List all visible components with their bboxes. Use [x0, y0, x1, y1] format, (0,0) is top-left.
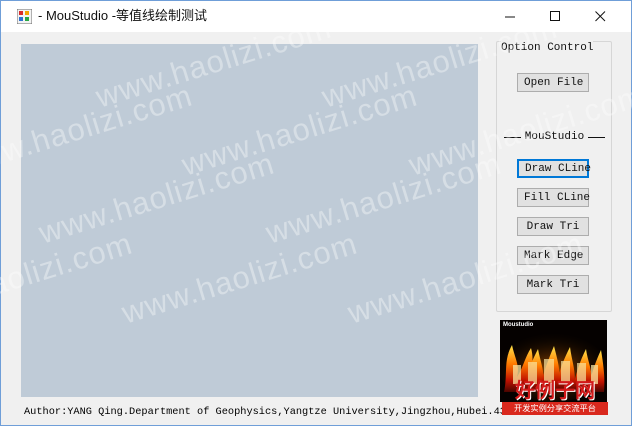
- option-control-panel: Option Control Open File MouStudio Draw …: [496, 40, 612, 312]
- fill-cline-button[interactable]: Fill CLine: [517, 188, 590, 207]
- title-bar[interactable]: - MouStudio -等值线绘制测试: [1, 1, 631, 32]
- mark-tri-button[interactable]: Mark Tri: [517, 275, 589, 294]
- drawing-canvas[interactable]: [21, 44, 478, 397]
- flame-logo-caption: Moustudio: [503, 322, 534, 328]
- application-icon: [17, 9, 32, 24]
- section-right-line: [588, 136, 605, 138]
- application-window: - MouStudio -等值线绘制测试 Option Control Open…: [0, 0, 632, 426]
- section-left-line: [504, 136, 521, 138]
- flame-logo-art: [500, 320, 607, 402]
- open-file-button[interactable]: Open File: [517, 73, 589, 92]
- minimize-button[interactable]: [488, 1, 533, 32]
- client-area: Option Control Open File MouStudio Draw …: [2, 32, 630, 425]
- draw-tri-button[interactable]: Draw Tri: [517, 217, 589, 236]
- draw-cline-button[interactable]: Draw CLine: [517, 159, 591, 178]
- author-status-text: Author:YANG Qing.Department of Geophysic…: [24, 406, 506, 418]
- close-button[interactable]: [578, 1, 623, 32]
- page: - MouStudio -等值线绘制测试 Option Control Open…: [0, 0, 632, 426]
- moustudio-flame-logo: Moustudio: [500, 320, 607, 402]
- mark-edge-button[interactable]: Mark Edge: [517, 246, 589, 265]
- window-title: - MouStudio -等值线绘制测试: [38, 8, 208, 23]
- minimize-icon: [505, 16, 515, 18]
- maximize-icon: [550, 11, 560, 21]
- moustudio-section-label: MouStudio: [524, 131, 585, 143]
- close-icon: [595, 11, 606, 22]
- maximize-button[interactable]: [533, 1, 578, 32]
- option-control-label: Option Control: [501, 40, 594, 56]
- moustudio-section-heading: MouStudio: [504, 129, 605, 145]
